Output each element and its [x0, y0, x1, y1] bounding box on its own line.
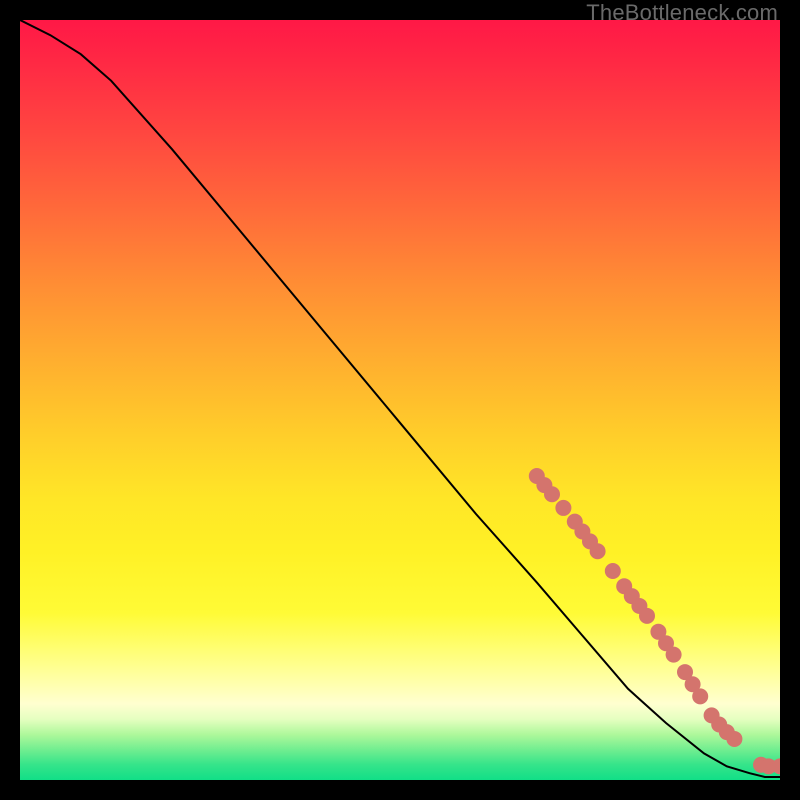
- data-points-group: [529, 468, 780, 774]
- data-point: [692, 688, 708, 704]
- chart-svg: [20, 20, 780, 780]
- data-point: [544, 486, 560, 502]
- data-point: [555, 500, 571, 516]
- curve-line: [20, 20, 780, 777]
- data-point: [590, 543, 606, 559]
- data-point: [605, 563, 621, 579]
- data-point: [726, 731, 742, 747]
- data-point: [639, 608, 655, 624]
- data-point: [666, 647, 682, 663]
- watermark-text: TheBottleneck.com: [586, 0, 778, 26]
- plot-area: [20, 20, 780, 780]
- chart-frame: TheBottleneck.com: [0, 0, 800, 800]
